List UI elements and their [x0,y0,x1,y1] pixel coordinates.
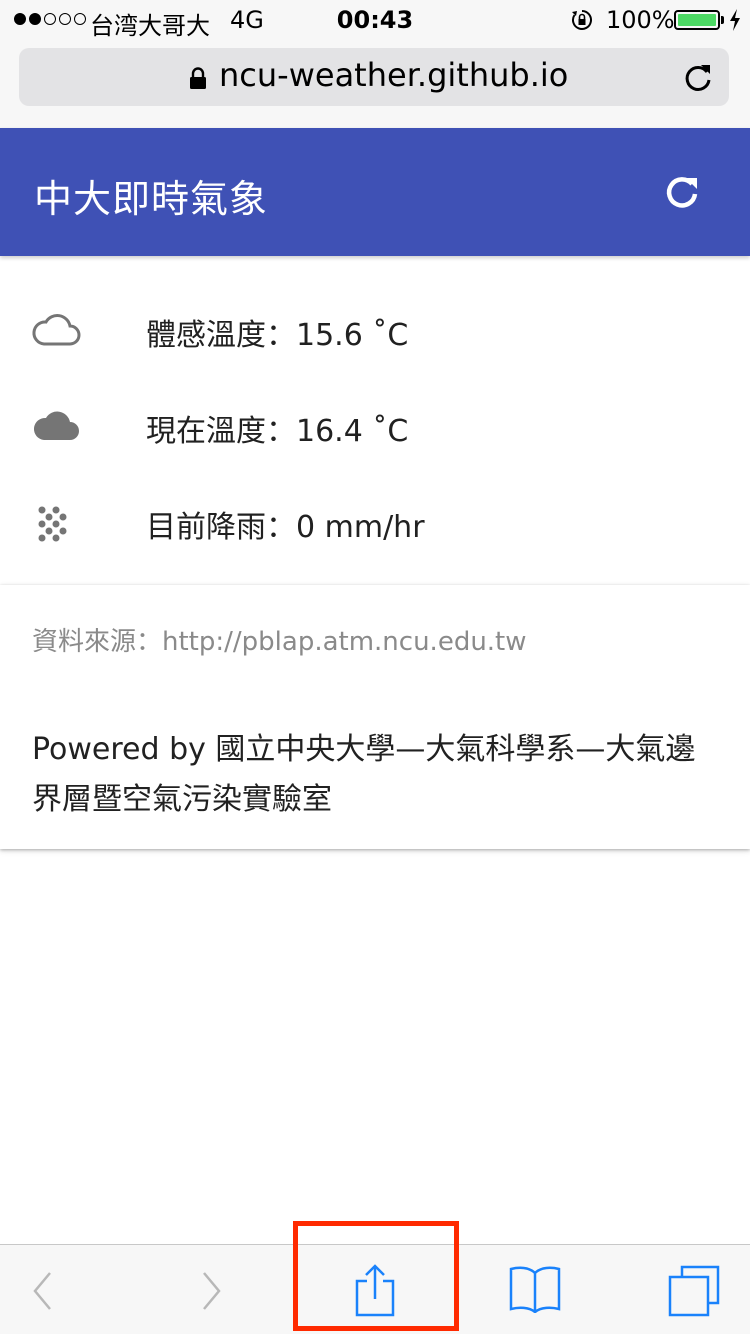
list-item-current-temp: 現在溫度：16.4 ˚C [0,378,750,474]
data-source-text: 資料來源：http://pblap.atm.ncu.edu.tw [32,627,527,657]
list-item-feels-like: 體感溫度：15.6 ˚C [0,282,750,378]
feels-like-temperature: 體感溫度：15.6 ˚C [146,318,409,353]
browser-address-area: ncu-weather.github.io [0,40,750,128]
forward-icon [203,1272,221,1310]
current-temperature: 現在溫度：16.4 ˚C [146,414,409,449]
battery-cap [721,16,724,24]
bookmarks-icon [509,1266,561,1313]
reload-icon[interactable] [681,60,715,94]
share-button-highlight [293,1221,459,1331]
bookmarks-button[interactable] [500,1245,570,1334]
battery-icon [674,10,720,30]
orientation-lock-icon [572,10,592,30]
address-bar[interactable]: ncu-weather.github.io [19,48,729,106]
list-item-rainfall: 目前降雨：0 mm/hr [0,474,750,570]
back-icon [33,1272,51,1310]
powered-by-text: Powered by 國立中央大學—大氣科學系—大氣邊界層暨空氣污染實驗室 [32,732,696,817]
charging-icon [730,9,740,31]
app-title: 中大即時氣象 [34,177,269,221]
refresh-icon[interactable] [660,170,704,214]
cloud-filled-icon [33,411,79,440]
status-bar: 台湾大哥大 4G 00:43 100% [0,0,750,40]
lock-icon [190,67,206,89]
forward-button[interactable] [190,1245,240,1334]
current-rainfall: 目前降雨：0 mm/hr [146,510,425,545]
url-text: ncu-weather.github.io [219,56,569,94]
cloud-outline-icon [32,314,81,346]
rain-dots-icon [38,506,67,542]
info-card: 資料來源：http://pblap.atm.ncu.edu.tw Powered… [0,585,750,849]
tabs-icon [668,1265,720,1317]
battery-percentage: 100% [606,6,675,34]
back-button[interactable] [20,1245,70,1334]
tabs-button[interactable] [660,1245,730,1334]
app-bar: 中大即時氣象 [0,128,750,256]
